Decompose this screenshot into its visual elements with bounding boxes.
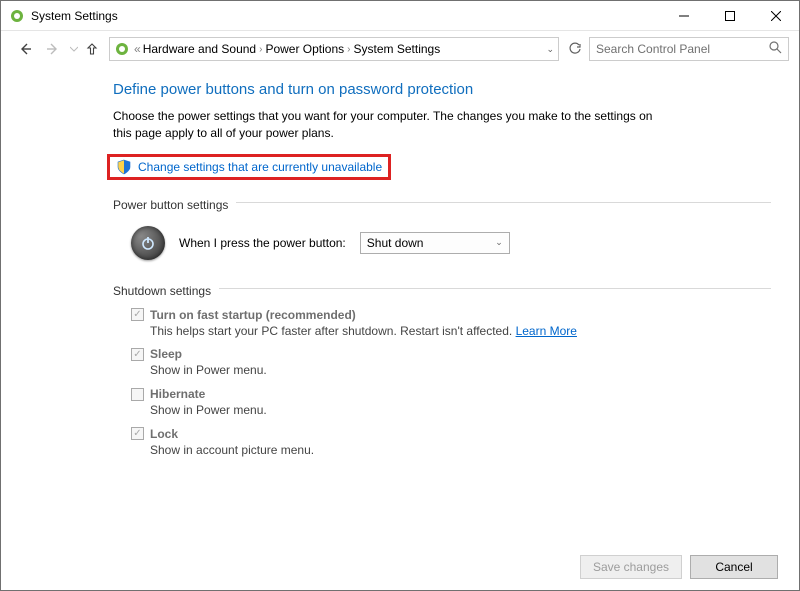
section-label: Shutdown settings xyxy=(113,284,211,298)
breadcrumb-item[interactable]: System Settings xyxy=(354,42,441,56)
change-settings-link[interactable]: Change settings that are currently unava… xyxy=(138,160,382,174)
list-item: ✓ Sleep Show in Power menu. xyxy=(131,347,771,379)
navbar: « Hardware and Sound › Power Options › S… xyxy=(1,31,799,67)
search-icon xyxy=(769,41,782,57)
dropdown-value: Shut down xyxy=(367,236,495,250)
maximize-button[interactable] xyxy=(707,1,753,31)
item-desc: Show in Power menu. xyxy=(150,402,771,419)
item-label: Sleep xyxy=(150,347,182,361)
forward-button[interactable] xyxy=(39,35,67,63)
back-button[interactable] xyxy=(11,35,39,63)
breadcrumb-item[interactable]: Power Options xyxy=(265,42,344,56)
recent-dropdown[interactable] xyxy=(67,35,81,63)
checkbox-lock[interactable]: ✓ xyxy=(131,427,144,440)
chevron-right-icon: › xyxy=(347,44,350,55)
cancel-button[interactable]: Cancel xyxy=(690,555,778,579)
close-button[interactable] xyxy=(753,1,799,31)
item-label: Turn on fast startup (recommended) xyxy=(150,308,356,322)
checkbox-fast-startup[interactable]: ✓ xyxy=(131,308,144,321)
section-label: Power button settings xyxy=(113,198,228,212)
checkbox-sleep[interactable]: ✓ xyxy=(131,348,144,361)
save-button[interactable]: Save changes xyxy=(580,555,682,579)
power-options-icon xyxy=(9,8,25,24)
titlebar: System Settings xyxy=(1,1,799,31)
power-options-icon xyxy=(114,41,130,57)
change-settings-highlight: Change settings that are currently unava… xyxy=(107,154,391,180)
page-heading: Define power buttons and turn on passwor… xyxy=(113,81,771,98)
list-item: Hibernate Show in Power menu. xyxy=(131,387,771,419)
chevron-right-icon: › xyxy=(259,44,262,55)
item-desc: Show in Power menu. xyxy=(150,362,771,379)
power-button-label: When I press the power button: xyxy=(179,236,346,250)
address-bar[interactable]: « Hardware and Sound › Power Options › S… xyxy=(109,37,559,61)
window-title: System Settings xyxy=(31,9,661,23)
list-item: ✓ Lock Show in account picture menu. xyxy=(131,427,771,459)
item-desc: This helps start your PC faster after sh… xyxy=(150,323,771,340)
shield-icon xyxy=(116,159,132,175)
breadcrumb-lead: « xyxy=(134,42,141,56)
power-button-row: When I press the power button: Shut down… xyxy=(131,226,771,260)
power-button-dropdown[interactable]: Shut down ⌄ xyxy=(360,232,510,254)
checkbox-hibernate[interactable] xyxy=(131,388,144,401)
chevron-down-icon[interactable]: ⌄ xyxy=(546,44,554,55)
item-desc: Show in account picture menu. xyxy=(150,442,771,459)
search-placeholder: Search Control Panel xyxy=(596,42,769,56)
learn-more-link[interactable]: Learn More xyxy=(516,324,577,338)
chevron-down-icon: ⌄ xyxy=(495,237,503,248)
footer: Save changes Cancel xyxy=(580,555,778,579)
list-item: ✓ Turn on fast startup (recommended) Thi… xyxy=(131,308,771,340)
refresh-button[interactable] xyxy=(563,37,587,61)
page-intro: Choose the power settings that you want … xyxy=(113,108,673,142)
up-button[interactable] xyxy=(81,38,103,60)
minimize-button[interactable] xyxy=(661,1,707,31)
power-icon xyxy=(131,226,165,260)
power-button-section-header: Power button settings xyxy=(113,190,771,216)
item-label: Hibernate xyxy=(150,387,205,401)
search-input[interactable]: Search Control Panel xyxy=(589,37,789,61)
content: Define power buttons and turn on passwor… xyxy=(1,67,799,459)
shutdown-section-header: Shutdown settings xyxy=(113,276,771,302)
item-label: Lock xyxy=(150,427,178,441)
breadcrumb-item[interactable]: Hardware and Sound xyxy=(143,42,256,56)
shutdown-settings-list: ✓ Turn on fast startup (recommended) Thi… xyxy=(131,308,771,459)
